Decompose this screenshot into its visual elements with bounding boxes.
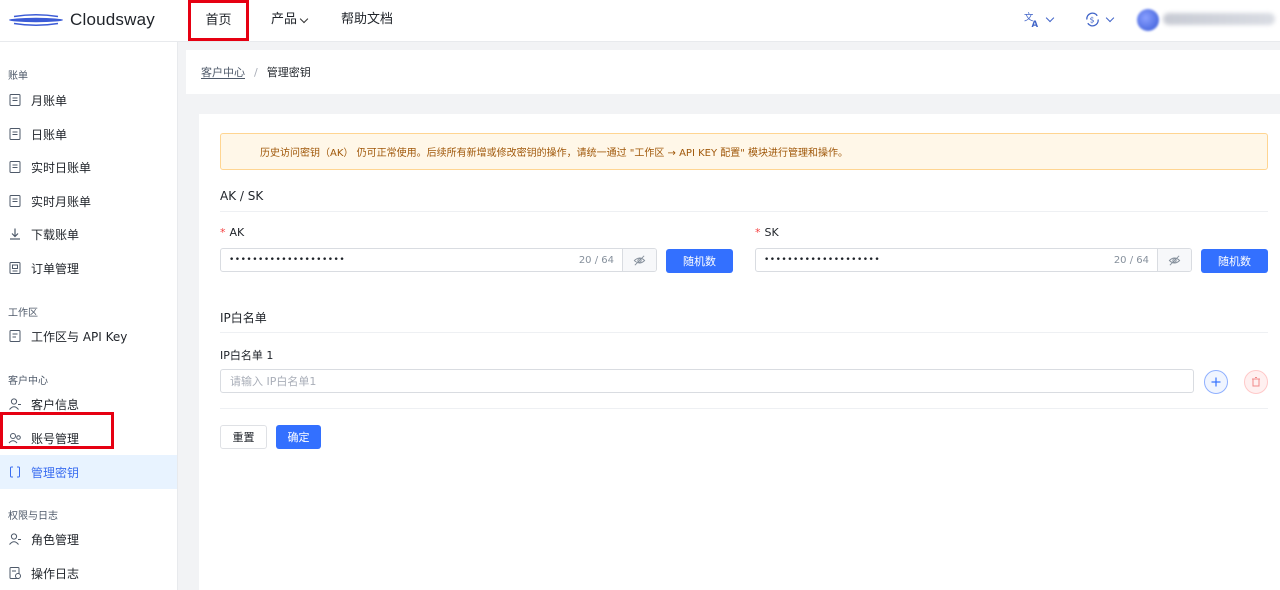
- sidebar-item-manage-keys[interactable]: 管理密钥: [0, 455, 177, 489]
- log-icon: [8, 566, 22, 580]
- divider: [220, 211, 1268, 212]
- sidebar-item-label: 管理密钥: [31, 465, 80, 480]
- confirm-button[interactable]: 确定: [276, 425, 321, 449]
- sidebar-item-workspace-api-key[interactable]: 工作区与 API Key: [0, 319, 177, 353]
- breadcrumb: 客户中心 / 管理密钥: [186, 50, 1280, 94]
- avatar[interactable]: [1137, 9, 1159, 31]
- sidebar-item-operation-log[interactable]: 操作日志: [0, 556, 177, 590]
- sidebar-group-title: 工作区: [8, 308, 38, 319]
- breadcrumb-separator: /: [254, 65, 258, 79]
- sk-input-value: ••••••••••••••••••••: [764, 255, 881, 265]
- sidebar-group-title: 账单: [8, 71, 28, 82]
- eye-off-icon[interactable]: [1157, 249, 1191, 271]
- nav-product[interactable]: 产品: [271, 10, 309, 30]
- sk-random-button[interactable]: 随机数: [1201, 249, 1268, 273]
- translate-icon: 文 A: [1024, 11, 1039, 28]
- key-icon: [8, 465, 22, 479]
- sidebar-item-realtime-monthly-bill[interactable]: 实时月账单: [0, 184, 177, 218]
- sidebar-group-title: 权限与日志: [8, 511, 58, 522]
- sidebar-item-label: 日账单: [31, 127, 68, 142]
- delete-ip-button[interactable]: [1244, 370, 1268, 394]
- sidebar-item-label: 工作区与 API Key: [31, 329, 128, 344]
- order-icon: [8, 261, 22, 275]
- sidebar-item-label: 实时日账单: [31, 160, 92, 175]
- nav-product-label: 产品: [271, 12, 298, 27]
- sk-input[interactable]: •••••••••••••••••••• 20 / 64: [755, 248, 1192, 272]
- logo[interactable]: Cloudsway: [8, 8, 155, 32]
- breadcrumb-parent-link[interactable]: 客户中心: [201, 64, 245, 80]
- nav-home-label: 首页: [205, 12, 232, 28]
- ak-input-value: ••••••••••••••••••••: [229, 255, 346, 265]
- bill-icon: [8, 127, 22, 141]
- top-header: Cloudsway 首页 产品 帮助文档 文 A $: [0, 0, 1280, 42]
- plus-icon: [1211, 377, 1221, 387]
- ak-char-count: 20 / 64: [578, 254, 614, 266]
- ip-whitelist-field-label: IP白名单 1: [220, 349, 274, 362]
- sidebar-item-label: 操作日志: [31, 566, 80, 581]
- svg-text:A: A: [1032, 20, 1039, 28]
- sidebar-group-title: 客户中心: [8, 376, 48, 387]
- divider: [220, 332, 1268, 333]
- sidebar-item-download-bill[interactable]: 下载账单: [0, 217, 177, 251]
- reset-button[interactable]: 重置: [220, 425, 267, 449]
- eye-off-icon[interactable]: [622, 249, 656, 271]
- currency-exchange-icon: $: [1086, 12, 1099, 27]
- sidebar-item-daily-bill[interactable]: 日账单: [0, 117, 177, 151]
- sk-label: * SK: [755, 226, 779, 239]
- sidebar: 账单 月账单 日账单 实时日账单 实时月账单 下载账单 订单管理 工作区 工作区…: [0, 42, 178, 590]
- trash-icon: [1252, 377, 1260, 387]
- language-switch[interactable]: 文 A: [1024, 11, 1055, 28]
- bill-icon: [8, 93, 22, 107]
- chevron-down-icon: [1045, 13, 1055, 23]
- sidebar-item-order-management[interactable]: 订单管理: [0, 251, 177, 285]
- nav-docs[interactable]: 帮助文档: [341, 10, 393, 30]
- chevron-down-icon: [1105, 13, 1115, 23]
- sidebar-item-label: 下载账单: [31, 227, 80, 242]
- user-icon: [8, 532, 22, 546]
- key-settings-card: 历史访问密钥（AK） 仍可正常使用。后续所有新增或修改密钥的操作，请统一通过 "…: [199, 114, 1280, 590]
- cloudsway-logo-icon: [9, 13, 63, 27]
- download-icon: [8, 227, 22, 241]
- ip-whitelist-input[interactable]: 请输入 IP白名单1: [220, 369, 1194, 393]
- sk-label-text: SK: [764, 226, 779, 239]
- sidebar-item-label: 实时月账单: [31, 194, 92, 209]
- breadcrumb-current: 管理密钥: [266, 66, 311, 79]
- sidebar-item-monthly-bill[interactable]: 月账单: [0, 83, 177, 117]
- sidebar-item-role-management[interactable]: 角色管理: [0, 522, 177, 556]
- highlight-box: [0, 412, 114, 449]
- required-mark: *: [755, 226, 761, 239]
- currency-switch[interactable]: $: [1084, 11, 1115, 28]
- sidebar-item-label: 客户信息: [31, 397, 80, 412]
- svg-text:$: $: [1090, 15, 1095, 24]
- sidebar-item-label: 月账单: [31, 93, 68, 108]
- required-mark: *: [220, 226, 226, 239]
- chevron-down-icon: [299, 14, 309, 23]
- workspace-icon: [8, 329, 22, 343]
- nav-home[interactable]: 首页: [188, 0, 249, 41]
- ak-label: * AK: [220, 226, 244, 239]
- sk-char-count: 20 / 64: [1113, 254, 1149, 266]
- info-alert: 历史访问密钥（AK） 仍可正常使用。后续所有新增或修改密钥的操作，请统一通过 "…: [220, 133, 1268, 170]
- ak-random-button[interactable]: 随机数: [666, 249, 733, 273]
- sidebar-item-label: 订单管理: [31, 261, 80, 276]
- sidebar-item-label: 角色管理: [31, 532, 80, 547]
- ip-whitelist-placeholder: 请输入 IP白名单1: [230, 375, 317, 388]
- nav-docs-label: 帮助文档: [341, 12, 394, 27]
- bill-icon: [8, 160, 22, 174]
- info-alert-text: 历史访问密钥（AK） 仍可正常使用。后续所有新增或修改密钥的操作，请统一通过 "…: [260, 148, 849, 159]
- add-ip-button[interactable]: [1204, 370, 1228, 394]
- aksk-section-title: AK / SK: [220, 189, 264, 203]
- divider: [220, 408, 1268, 409]
- logo-text: Cloudsway: [70, 10, 155, 29]
- sidebar-item-realtime-daily-bill[interactable]: 实时日账单: [0, 150, 177, 184]
- username-blurred[interactable]: [1163, 13, 1275, 25]
- user-icon: [8, 397, 22, 411]
- ip-whitelist-title: IP白名单: [220, 311, 267, 325]
- ak-label-text: AK: [229, 226, 245, 239]
- bill-icon: [8, 194, 22, 208]
- ak-input[interactable]: •••••••••••••••••••• 20 / 64: [220, 248, 657, 272]
